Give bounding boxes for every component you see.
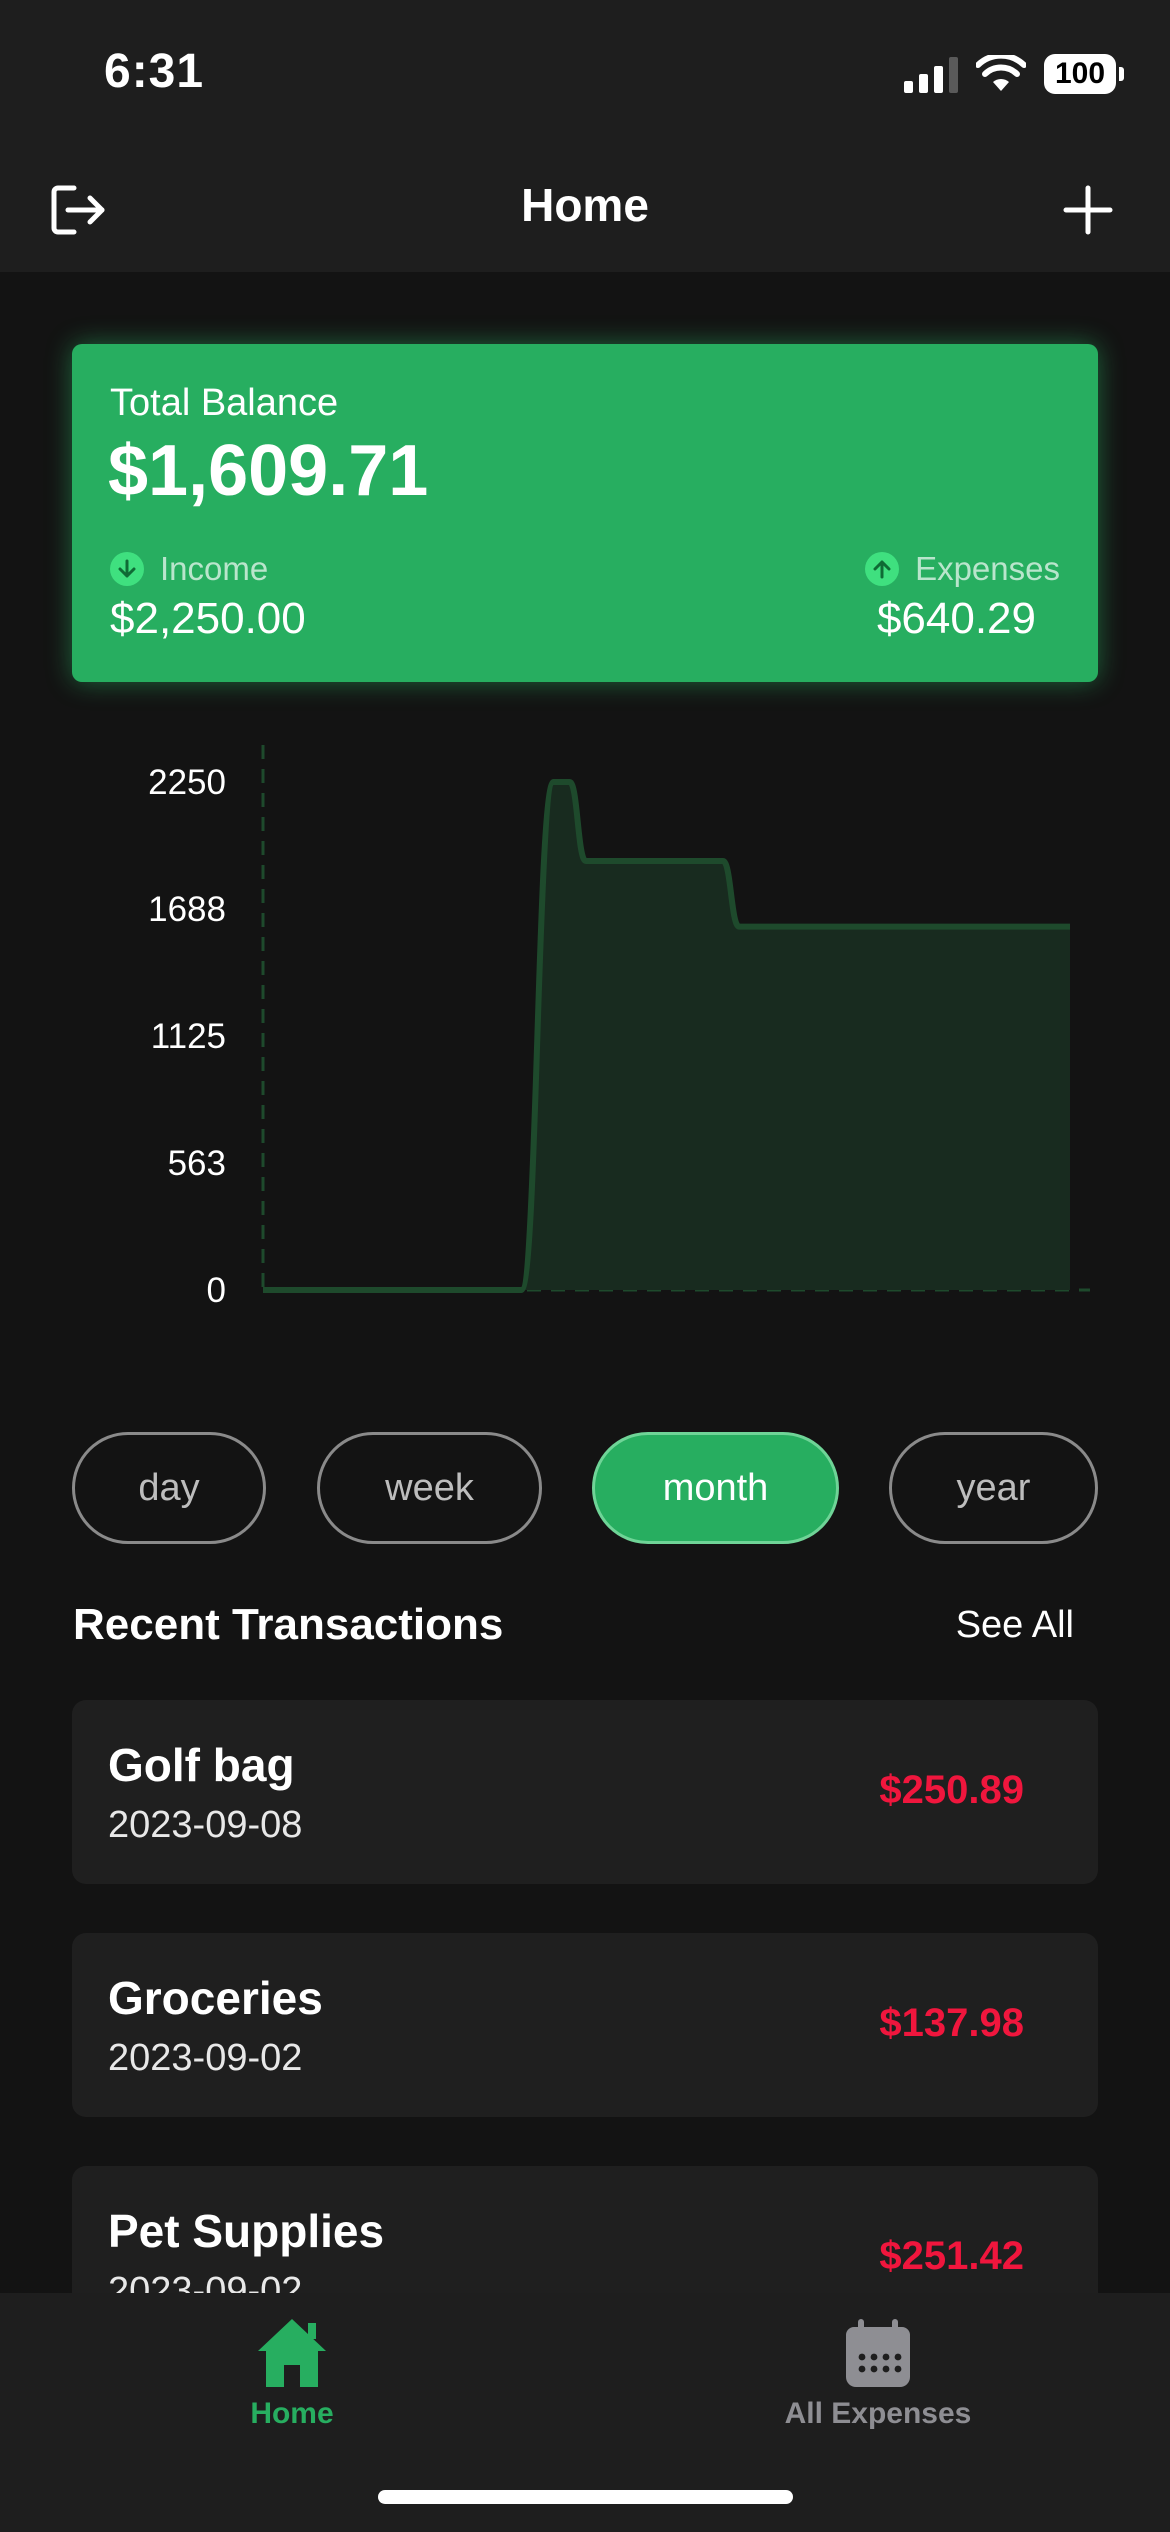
income-label: Income xyxy=(160,550,269,587)
transaction-date: 2023-09-08 xyxy=(108,1804,303,1846)
period-day-button[interactable]: day xyxy=(72,1432,266,1544)
battery-icon: 100 xyxy=(1044,54,1124,94)
arrow-up-icon xyxy=(865,552,900,586)
period-year-button[interactable]: year xyxy=(889,1432,1098,1544)
transaction-name: Pet Supplies xyxy=(108,2205,385,2257)
wifi-icon xyxy=(976,55,1026,91)
y-tick-label: 0 xyxy=(207,1271,226,1310)
period-week-button[interactable]: week xyxy=(317,1432,542,1544)
tab-home-label: Home xyxy=(250,2397,334,2430)
transaction-date: 2023-09-02 xyxy=(108,2037,303,2079)
page-title: Home xyxy=(521,179,649,231)
expenses-amount: $640.29 xyxy=(876,594,1036,643)
balance-card: Total Balance $1,609.71 Income $2,250.00… xyxy=(72,344,1098,682)
income-amount: $2,250.00 xyxy=(110,594,306,643)
income-label-row: Income xyxy=(110,550,268,588)
tab-all-expenses-label: All Expenses xyxy=(784,2397,972,2430)
y-tick-label: 1125 xyxy=(151,1017,226,1056)
tab-all-expenses[interactable]: All Expenses xyxy=(728,2313,1028,2431)
y-tick-label: 1688 xyxy=(148,890,226,929)
balance-chart: 2250 1688 1125 563 0 xyxy=(148,745,1090,1310)
transaction-name: Groceries xyxy=(108,1972,323,2024)
see-all-link[interactable]: See All xyxy=(956,1604,1074,1647)
home-icon xyxy=(258,2319,326,2387)
transaction-name: Golf bag xyxy=(108,1739,295,1791)
cellular-signal-icon xyxy=(904,55,958,93)
total-balance-label: Total Balance xyxy=(110,382,339,424)
arrow-down-icon xyxy=(110,552,144,586)
y-tick-label: 563 xyxy=(168,1144,226,1183)
tab-bar: Home All Expenses xyxy=(0,2293,1170,2532)
status-icons: 100 xyxy=(904,52,1124,96)
y-tick-label: 2250 xyxy=(148,763,226,802)
home-screen: 6:31 100 Home Total Balance $1,609.71 In… xyxy=(0,0,1170,2532)
period-month-button[interactable]: month xyxy=(592,1432,839,1544)
home-indicator xyxy=(378,2490,793,2504)
total-balance-amount: $1,609.71 xyxy=(108,431,429,511)
navigation-bar: Home xyxy=(0,150,1170,272)
tab-home[interactable]: Home xyxy=(142,2313,442,2431)
transaction-amount: $251.42 xyxy=(879,2234,1024,2278)
expenses-label-row: Expenses xyxy=(865,550,1060,588)
transaction-amount: $137.98 xyxy=(879,2001,1024,2045)
transaction-amount: $250.89 xyxy=(879,1768,1024,1812)
transaction-row[interactable]: Groceries 2023-09-02 $137.98 xyxy=(72,1933,1098,2117)
recent-transactions-title: Recent Transactions xyxy=(73,1600,504,1649)
plus-icon[interactable] xyxy=(1058,180,1118,240)
expenses-label: Expenses xyxy=(915,550,1060,587)
calendar-icon xyxy=(846,2319,910,2387)
transaction-row[interactable]: Golf bag 2023-09-08 $250.89 xyxy=(72,1700,1098,1884)
status-bar: 6:31 100 xyxy=(0,0,1170,150)
status-time: 6:31 xyxy=(104,45,205,98)
